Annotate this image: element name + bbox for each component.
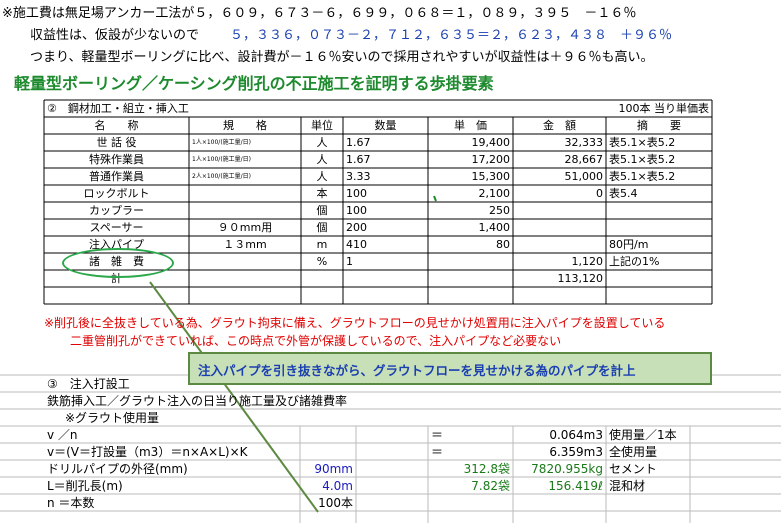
section3-cell-val: 6.359m3 [549,445,603,459]
table1-cell-qty: 100 [346,187,367,200]
section3-cell-c: 7.82袋 [471,479,510,493]
table1-cell-amount: 1,120 [571,255,604,268]
table1-unit-note: 100本 当り単価表 [618,102,710,115]
table1-cell-unit: m [316,238,328,251]
section3-cell-a: v＝(V＝打設量（m3）＝n×A×L)×K [47,445,248,459]
table1-cell-spec: 1人×100/(施工量/日) [192,139,252,146]
table1-cell-note: 表5.4 [609,187,638,200]
table1-cell-note: 表5.1×表5.2 [609,136,676,149]
table1-cell-unit: 本 [316,187,328,200]
col-header-name: 名 称 [94,119,139,132]
section3-cell-b: 4.0m [322,479,353,493]
table1-cell-price: 2,100 [478,187,511,200]
table1-cell-unit: 人 [316,170,328,183]
table1-cell-qty: 3.33 [346,170,371,183]
section3-title: ③ 注入打設工 [47,377,130,391]
section3-cell-val: 7820.955kg [531,462,603,476]
col-header-note: 摘 要 [637,119,681,132]
table1-cell-price: 1,400 [478,221,511,234]
table1-cell-note: 表5.1×表5.2 [609,153,676,166]
table1-cell-amount: 32,333 [564,136,604,149]
section3-cell-eq: ＝ [431,428,444,442]
table1-cell-qty: 410 [346,238,367,251]
table1-cell-amount: 0 [596,187,603,200]
table1-cell-price: 80 [496,238,510,251]
section3-cell-a: v ／n [47,428,78,442]
red-note-1: ※削孔後に全抜きしている為、グラウト拘束に備え、グラウトフローの見せかけ処置用に… [44,316,666,330]
table1-cell-note: 表5.1×表5.2 [609,170,676,183]
table1-cell-amount: 28,667 [564,153,604,166]
table1-cell-name: 特殊作業員 [89,153,144,166]
table1-cell-qty: 200 [346,221,367,234]
table1-cell-price: 250 [489,204,510,217]
table1-cell-spec: １３mm [223,238,267,251]
section3-cell-a: n ＝本数 [47,496,95,510]
table1-cell-name: 普通作業員 [89,170,144,183]
table1-cell-amount: 51,000 [564,170,604,183]
section3-cell-desc: 混和材 [609,479,646,493]
section3-cell-desc: 全使用量 [609,445,658,459]
table1-cell-name: スペーサー [89,221,144,234]
table1-cell-qty: 1.67 [346,136,371,149]
table1-cell-unit: 人 [316,136,328,149]
table1-cell-price: 15,300 [471,170,511,183]
table1-cell-unit: 個 [316,221,328,234]
table1-cell-qty: 100 [346,204,367,217]
table1-cell-name: 世 話 役 [96,136,137,149]
table1-cell-spec: 2人×100/(施工量/日) [192,173,252,180]
table1-cell-spec: ９０mm用 [217,221,273,234]
section3-cell-b: 100本 [318,496,353,510]
table1-section-title: ② 鋼材加工・組立・挿入工 [47,102,189,115]
section3-subtitle: 鉄筋挿入工／グラウト注入の日当り施工量及び諸雑費率 [47,394,348,408]
col-header-amount: 金 額 [543,119,576,132]
section3-cell-val: 156.419ℓ [548,479,603,493]
section3-cell-c: 312.8袋 [463,462,510,476]
col-header-price: 単 価 [454,119,487,132]
table1-cell-qty: 1.67 [346,153,371,166]
highlight-ellipse [62,248,174,278]
table1-cell-name: ロックボルト [83,187,150,200]
section3-cell-desc: セメント [609,462,657,476]
section3-cell-b: 90mm [314,462,353,476]
table1-cell-amount: 113,120 [557,272,604,285]
table1-cell-unit: % [316,255,328,268]
section3-cell-a: ドリルパイプの外径(mm) [47,462,188,476]
table1-cell-qty: 1 [346,255,353,268]
table1-cell-spec: 1人×100/(施工量/日) [192,156,252,163]
table1-cell-unit: 個 [316,204,328,217]
table1-cell-note: 上記の1% [609,255,660,268]
table1-cell-note: 80円/m [609,238,649,251]
col-header-spec: 規 格 [223,119,267,132]
section3-cell-a: L＝削孔長(m) [47,479,123,493]
section3-cell-eq: ＝ [431,445,444,459]
grout-label: ※グラウト使用量 [65,411,160,425]
red-note-2: 二重管削孔ができていれば、この時点で外管が保護しているので、注入パイプなど必要な… [70,334,562,348]
table1-cell-price: 19,400 [471,136,511,149]
col-header-unit: 単位 [311,119,333,132]
col-header-qty: 数量 [374,119,397,132]
table1-cell-unit: 人 [316,153,328,166]
table1-cell-name: カップラー [89,204,144,217]
section3-cell-desc: 使用量／1本 [609,428,677,442]
callout-box: 注入パイプを引き抜きながら、グラウトフローを見せかける為のパイプを計上 [188,352,712,385]
section3-cell-val: 0.064m3 [549,428,603,442]
table1-cell-price: 17,200 [471,153,511,166]
